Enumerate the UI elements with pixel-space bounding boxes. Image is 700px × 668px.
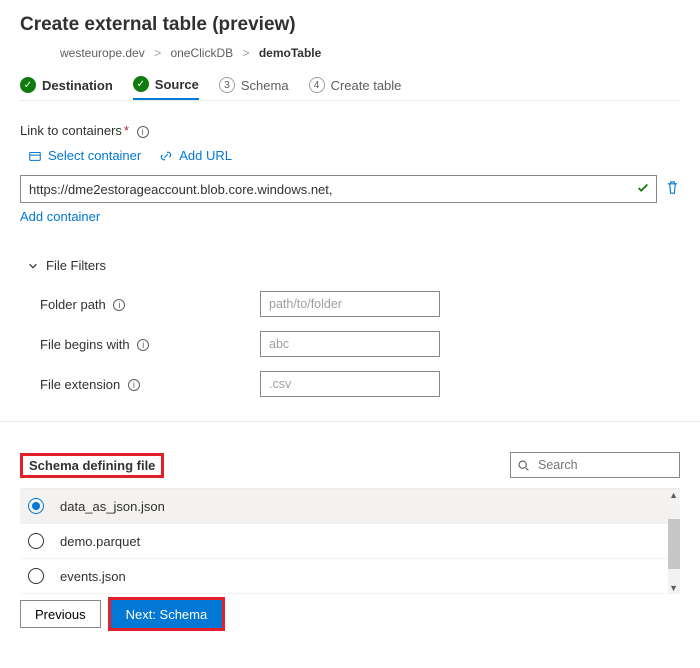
info-icon[interactable]: i (128, 379, 140, 391)
next-schema-button[interactable]: Next: Schema (111, 600, 223, 628)
info-icon[interactable]: i (113, 299, 125, 311)
scroll-thumb[interactable] (668, 519, 680, 569)
crumb-cluster[interactable]: westeurope.dev (60, 46, 145, 60)
file-extension-label: File extension i (40, 377, 260, 392)
step-schema[interactable]: 3 Schema (219, 76, 289, 100)
schema-file-list: data_as_json.json demo.parquet events.js… (20, 488, 680, 594)
schema-defining-file-header: Schema defining file (20, 453, 164, 478)
chevron-right-icon: > (242, 46, 249, 60)
file-name: demo.parquet (60, 534, 140, 549)
file-begins-with-label: File begins with i (40, 337, 260, 352)
file-row[interactable]: events.json (20, 559, 680, 594)
folder-path-label: Folder path i (40, 297, 260, 312)
file-name: events.json (60, 569, 126, 584)
step-number-icon: 3 (219, 77, 235, 93)
select-container-link[interactable]: Select container (28, 148, 141, 163)
info-icon[interactable]: i (137, 126, 149, 138)
add-url-link[interactable]: Add URL (159, 148, 232, 163)
file-extension-input[interactable] (260, 371, 440, 397)
chevron-right-icon: > (154, 46, 161, 60)
page-title: Create external table (preview) (20, 14, 680, 36)
scrollbar[interactable]: ▲ ▼ (668, 489, 680, 594)
folder-path-input[interactable] (260, 291, 440, 317)
info-icon[interactable]: i (137, 339, 149, 351)
checkmark-icon (636, 181, 650, 195)
file-name: data_as_json.json (60, 499, 165, 514)
previous-button[interactable]: Previous (20, 600, 101, 628)
container-icon (28, 149, 42, 163)
link-icon (159, 149, 173, 163)
add-container-link[interactable]: Add container (20, 209, 680, 224)
crumb-table: demoTable (259, 46, 321, 60)
radio-icon[interactable] (28, 568, 44, 584)
wizard-steps: Destination Source 3 Schema 4 Create tab… (20, 76, 680, 101)
search-icon (517, 459, 530, 472)
step-create-table[interactable]: 4 Create table (309, 76, 402, 100)
radio-icon[interactable] (28, 498, 44, 514)
file-filters-toggle[interactable]: File Filters (28, 258, 680, 273)
required-indicator: * (124, 123, 129, 138)
checkmark-icon (133, 76, 149, 92)
step-number-icon: 4 (309, 77, 325, 93)
file-row[interactable]: demo.parquet (20, 524, 680, 559)
divider (0, 421, 700, 422)
file-begins-with-input[interactable] (260, 331, 440, 357)
scroll-up-icon[interactable]: ▲ (669, 490, 678, 500)
search-field[interactable] (536, 457, 656, 473)
delete-url-button[interactable] (665, 180, 680, 198)
link-containers-label: Link to containers* i (20, 123, 680, 138)
crumb-database[interactable]: oneClickDB (170, 46, 233, 60)
radio-icon[interactable] (28, 533, 44, 549)
step-destination[interactable]: Destination (20, 76, 113, 100)
search-input[interactable] (510, 452, 680, 478)
breadcrumb: westeurope.dev > oneClickDB > demoTable (60, 46, 680, 60)
chevron-down-icon (28, 261, 38, 271)
step-source[interactable]: Source (133, 76, 199, 100)
trash-icon (665, 180, 680, 195)
scroll-down-icon[interactable]: ▼ (669, 583, 678, 593)
checkmark-icon (20, 77, 36, 93)
file-row[interactable]: data_as_json.json (20, 489, 680, 524)
container-url-input[interactable]: https://dme2estorageaccount.blob.core.wi… (20, 175, 657, 203)
